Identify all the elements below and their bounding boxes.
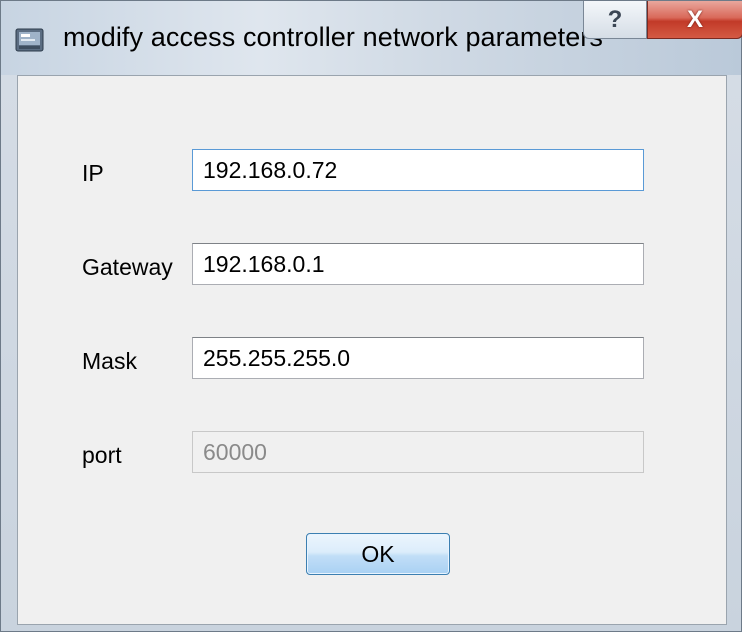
gateway-input[interactable]	[192, 243, 644, 285]
mask-label: Mask	[82, 348, 137, 374]
dialog-title: modify access controller network paramet…	[63, 22, 604, 52]
dialog-window: modify access controller network paramet…	[0, 0, 742, 632]
title-bar[interactable]: modify access controller network paramet…	[1, 1, 742, 75]
ip-input[interactable]	[192, 149, 644, 191]
port-input	[192, 431, 644, 473]
gateway-label: Gateway	[82, 254, 173, 280]
help-icon: ?	[607, 5, 623, 33]
close-button[interactable]: X	[647, 1, 742, 39]
close-icon: X	[686, 5, 703, 33]
app-window-icon	[15, 27, 45, 53]
help-button[interactable]: ?	[583, 1, 647, 39]
port-label: port	[82, 442, 122, 468]
ok-button[interactable]: OK	[306, 533, 450, 575]
mask-input[interactable]	[192, 337, 644, 379]
ip-label: IP	[82, 160, 104, 186]
dialog-body: IP Gateway Mask port OK	[17, 75, 727, 625]
